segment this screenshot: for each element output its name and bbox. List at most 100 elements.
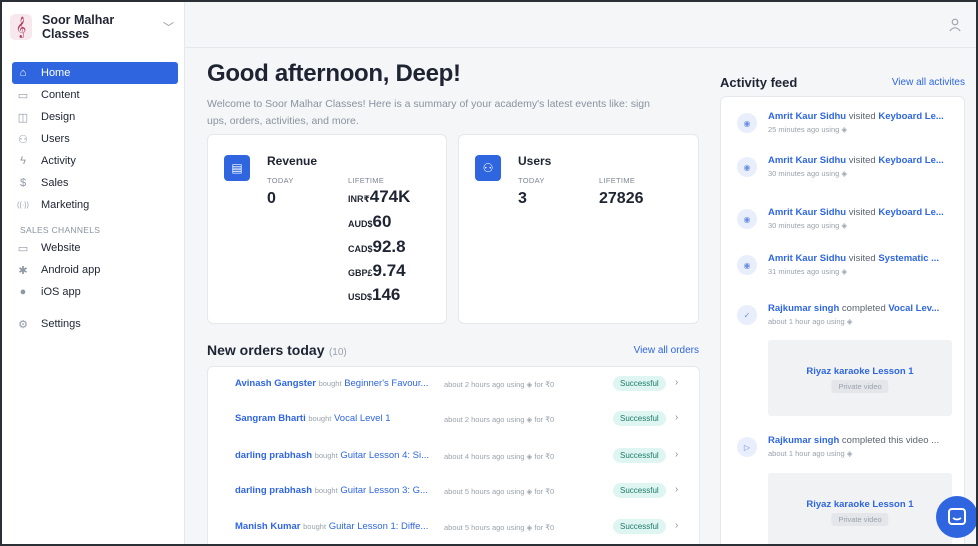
user-account-icon[interactable] xyxy=(948,18,962,32)
order-meta: about 2 hours ago using ◈ for ₹0 xyxy=(444,380,555,389)
sidebar-item-label: Design xyxy=(41,111,76,123)
apple-icon: ● xyxy=(19,286,27,298)
sales-channels-heading: SALES CHANNELS xyxy=(20,225,101,235)
activity-text: Amrit Kaur Sidhu visited Keyboard Le... xyxy=(768,155,944,166)
chevron-right-icon[interactable]: › xyxy=(675,520,678,531)
sidebar-item-design[interactable]: ◫ Design xyxy=(12,106,178,128)
sidebar-item-label: Users xyxy=(41,133,70,145)
order-summary: darling prabhash bought Guitar Lesson 4:… xyxy=(235,450,430,461)
revenue-card[interactable]: ▤ Revenue TODAY 0 LIFETIME INR₹474K AUD$… xyxy=(207,134,447,324)
sidebar-item-website[interactable]: ▭ Website xyxy=(12,237,178,259)
orders-title: New orders today xyxy=(207,342,325,358)
video-title: Riyaz karaoke Lesson 1 xyxy=(806,499,914,510)
activity-time: 30 minutes ago using ◈ xyxy=(768,169,848,178)
home-icon: ⌂ xyxy=(19,67,27,79)
android-icon: ✱ xyxy=(18,264,28,277)
view-all-activities-link[interactable]: View all activites xyxy=(892,77,965,88)
activity-time: about 1 hour ago using ◈ xyxy=(768,317,853,326)
sidebar-item-users[interactable]: ⚇ Users xyxy=(12,128,178,150)
video-title: Riyaz karaoke Lesson 1 xyxy=(806,366,914,377)
sidebar-item-home[interactable]: ⌂ Home xyxy=(12,62,178,84)
sidebar-item-label: Settings xyxy=(41,318,81,330)
order-summary: darling prabhash bought Guitar Lesson 3:… xyxy=(235,485,428,496)
video-preview[interactable]: Riyaz karaoke Lesson 1 Private video xyxy=(768,340,952,416)
revenue-usd: USD$146 xyxy=(348,285,401,304)
revenue-cad: CAD$92.8 xyxy=(348,237,406,256)
today-label: TODAY xyxy=(518,176,545,185)
sidebar-item-android-app[interactable]: ✱ Android app xyxy=(12,259,178,281)
status-badge: Successful xyxy=(613,411,666,426)
revenue-gbp: GBP£9.74 xyxy=(348,261,406,280)
welcome-text: Welcome to Soor Malhar Classes! Here is … xyxy=(207,98,650,127)
users-lifetime-value: 27826 xyxy=(599,190,644,207)
order-summary: Sangram Bharti bought Vocal Level 1 xyxy=(235,413,391,424)
order-row[interactable]: darling prabhash bought Guitar Lesson 3:… xyxy=(208,474,699,510)
orders-count: (10) xyxy=(328,347,347,358)
activity-time: 30 minutes ago using ◈ xyxy=(768,221,848,230)
wallet-icon: ▤ xyxy=(224,155,250,181)
chevron-right-icon[interactable]: › xyxy=(675,484,678,495)
school-switcher[interactable]: 𝄞 Soor Malhar Classes ﹀ xyxy=(2,2,184,48)
gear-icon: ⚙ xyxy=(18,318,28,331)
chevron-down-icon[interactable]: ﹀ xyxy=(163,19,174,35)
order-row[interactable]: Sangram Bharti bought Vocal Level 1 abou… xyxy=(208,402,699,438)
order-row[interactable]: Manish Kumar bought Guitar Lesson 1: Dif… xyxy=(208,510,699,544)
status-badge: Successful xyxy=(613,376,666,391)
activity-feed: ◉ Amrit Kaur Sidhu visited Keyboard Le..… xyxy=(720,96,965,544)
status-badge: Successful xyxy=(613,519,666,534)
users-title: Users xyxy=(518,154,552,168)
page-title: Good afternoon, Deep! xyxy=(207,60,461,87)
revenue-inr: INR₹474K xyxy=(348,187,411,206)
activity-text: Amrit Kaur Sidhu visited Keyboard Le... xyxy=(768,111,944,122)
eye-icon: ◉ xyxy=(737,209,757,229)
sidebar-item-settings[interactable]: ⚙ Settings xyxy=(12,313,178,335)
sidebar-item-label: Home xyxy=(41,67,71,79)
today-label: TODAY xyxy=(267,176,294,185)
eye-icon: ◉ xyxy=(737,255,757,275)
order-row[interactable]: Avinash Gangster bought Beginner's Favou… xyxy=(208,367,699,403)
book-icon: ▭ xyxy=(17,89,29,102)
sidebar-item-label: Sales xyxy=(41,177,69,189)
dollar-icon: $ xyxy=(19,177,27,189)
sidebar-item-sales[interactable]: $ Sales xyxy=(12,172,178,194)
video-preview[interactable]: Riyaz karaoke Lesson 1 Private video xyxy=(768,473,952,544)
chevron-right-icon[interactable]: › xyxy=(675,412,678,423)
sidebar-item-ios-app[interactable]: ● iOS app xyxy=(12,281,178,303)
activity-text: Amrit Kaur Sidhu visited Keyboard Le... xyxy=(768,207,944,218)
order-meta: about 5 hours ago using ◈ for ₹0 xyxy=(444,523,555,532)
order-meta: about 4 hours ago using ◈ for ₹0 xyxy=(444,452,555,461)
activity-text: Amrit Kaur Sidhu visited Systematic ... xyxy=(768,253,940,264)
sidebar-item-activity[interactable]: ϟ Activity xyxy=(12,150,178,172)
users-icon: ⚇ xyxy=(18,133,28,146)
private-video-badge: Private video xyxy=(831,380,889,393)
sidebar-item-label: Content xyxy=(41,89,80,101)
view-all-orders-link[interactable]: View all orders xyxy=(634,345,699,356)
sidebar: 𝄞 Soor Malhar Classes ﹀ ⌂ Home ▭ Content… xyxy=(2,2,185,544)
chat-icon xyxy=(948,508,966,525)
revenue-aud: AUD$60 xyxy=(348,212,392,231)
chevron-right-icon[interactable]: › xyxy=(675,377,678,388)
chevron-right-icon[interactable]: › xyxy=(675,449,678,460)
chat-launcher-button[interactable] xyxy=(936,496,976,538)
layout-icon: ◫ xyxy=(17,111,29,124)
order-summary: Manish Kumar bought Guitar Lesson 1: Dif… xyxy=(235,521,429,532)
activity-time: 25 minutes ago using ◈ xyxy=(768,125,848,134)
order-meta: about 5 hours ago using ◈ for ₹0 xyxy=(444,487,555,496)
activity-time: 31 minutes ago using ◈ xyxy=(768,267,848,276)
top-bar xyxy=(185,2,976,48)
eye-icon: ◉ xyxy=(737,157,757,177)
treble-clef-logo: 𝄞 xyxy=(10,14,32,40)
dashboard-main: Good afternoon, Deep! Welcome to Soor Ma… xyxy=(207,60,700,130)
users-card[interactable]: ⚇ Users TODAY 3 LIFETIME 27826 xyxy=(458,134,699,324)
sidebar-item-label: iOS app xyxy=(41,286,81,298)
sidebar-item-content[interactable]: ▭ Content xyxy=(12,84,178,106)
activity-header: Activity feed View all activites xyxy=(720,74,965,92)
order-row[interactable]: darling prabhash bought Guitar Lesson 4:… xyxy=(208,439,699,475)
activity-time: about 1 hour ago using ◈ xyxy=(768,449,853,458)
sidebar-item-marketing[interactable]: ((·)) Marketing xyxy=(12,194,178,216)
order-meta: about 2 hours ago using ◈ for ₹0 xyxy=(444,415,555,424)
sidebar-item-label: Website xyxy=(41,242,81,254)
activity-text: Rajkumar singh completed this video ... xyxy=(768,435,940,446)
sidebar-item-label: Activity xyxy=(41,155,76,167)
activity-title: Activity feed xyxy=(720,75,798,90)
